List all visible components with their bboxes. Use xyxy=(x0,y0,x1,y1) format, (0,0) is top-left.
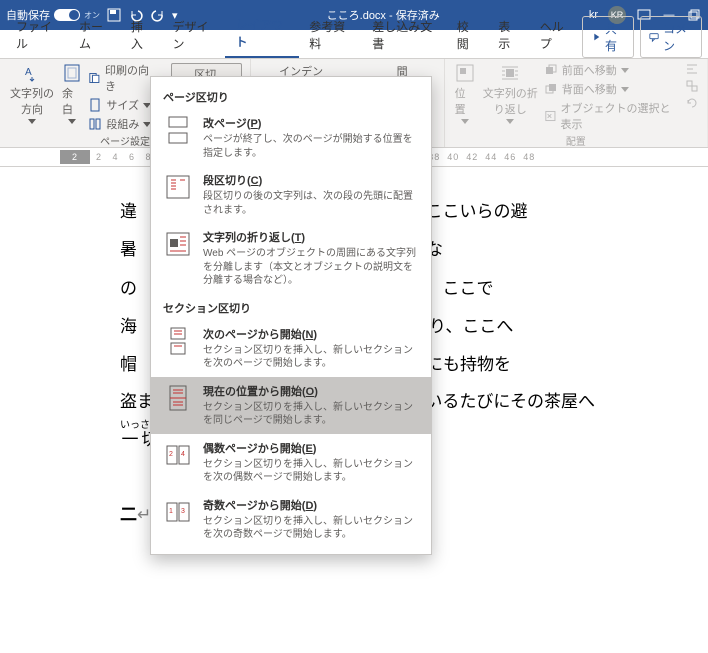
break-column[interactable]: 段区切り(C)段区切りの後の文字列は、次の段の先頭に配置されます。 xyxy=(151,166,431,223)
break-page[interactable]: 改ページ(P)ページが終了し、次のページが開始する位置を指定します。 xyxy=(151,109,431,166)
breaks-page-header: ページ区切り xyxy=(151,83,431,109)
tab-references[interactable]: 参考資料 xyxy=(299,12,362,58)
break-text-wrap[interactable]: 文字列の折り返し(T)Web ページのオブジェクトの周囲にある文字列を分離します… xyxy=(151,223,431,294)
share-button[interactable]: 共有 xyxy=(582,16,634,58)
group-arrange-label: 配置 xyxy=(453,133,699,148)
even-page-section-icon: 24 xyxy=(163,440,193,470)
margins-button[interactable]: 余白 xyxy=(60,61,84,126)
break-next-page[interactable]: 次のページから開始(N)セクション区切りを挿入し、新しいセクションを次のページで… xyxy=(151,320,431,377)
break-even-page[interactable]: 24 偶数ページから開始(E)セクション区切りを挿入し、新しいセクションを次の偶… xyxy=(151,434,431,491)
column-break-icon xyxy=(163,172,193,202)
svg-text:4: 4 xyxy=(181,451,185,458)
tab-view[interactable]: 表示 xyxy=(488,12,530,58)
svg-text:1: 1 xyxy=(169,508,173,515)
send-backward-button[interactable]: 背面へ移動 xyxy=(544,80,681,98)
break-continuous[interactable]: 現在の位置から開始(O)セクション区切りを挿入し、新しいセクションを同じページで… xyxy=(151,377,431,434)
text-direction-button[interactable]: A 文字列の 方向 xyxy=(8,61,56,126)
break-odd-page[interactable]: 13 奇数ページから開始(D)セクション区切りを挿入し、新しいセクションを次の奇… xyxy=(151,491,431,548)
comment-button[interactable]: コメン xyxy=(640,16,702,58)
svg-text:A: A xyxy=(25,67,32,78)
next-page-section-icon xyxy=(163,326,193,356)
svg-text:3: 3 xyxy=(181,508,185,515)
wrap-text-button[interactable]: 文字列の折 り返し xyxy=(481,61,540,126)
ribbon-tabs: ファイル ホーム 挿入 デザイン レイアウト 参考資料 差し込み文書 校閲 表示… xyxy=(0,30,708,59)
tab-layout[interactable]: レイアウト xyxy=(225,10,299,58)
text-wrap-break-icon xyxy=(163,229,193,259)
selection-pane-button[interactable]: オブジェクトの選択と表示 xyxy=(544,99,681,133)
position-button[interactable]: 位置 xyxy=(453,61,477,126)
odd-page-section-icon: 13 xyxy=(163,497,193,527)
group-button[interactable] xyxy=(685,78,699,94)
continuous-section-icon xyxy=(163,383,193,413)
tab-mailings[interactable]: 差し込み文書 xyxy=(362,12,447,58)
svg-text:2: 2 xyxy=(169,451,173,458)
tab-insert[interactable]: 挿入 xyxy=(121,12,163,58)
rotate-button[interactable] xyxy=(685,95,699,111)
breaks-section-header: セクション区切り xyxy=(151,294,431,320)
tab-review[interactable]: 校閲 xyxy=(447,12,489,58)
tab-design[interactable]: デザイン xyxy=(162,12,225,58)
page-break-icon xyxy=(163,115,193,145)
tab-help[interactable]: ヘルプ xyxy=(530,12,582,58)
breaks-dropdown: ページ区切り 改ページ(P)ページが終了し、次のページが開始する位置を指定します… xyxy=(150,76,432,555)
align-button[interactable] xyxy=(685,61,699,77)
bring-forward-button[interactable]: 前面へ移動 xyxy=(544,61,681,79)
